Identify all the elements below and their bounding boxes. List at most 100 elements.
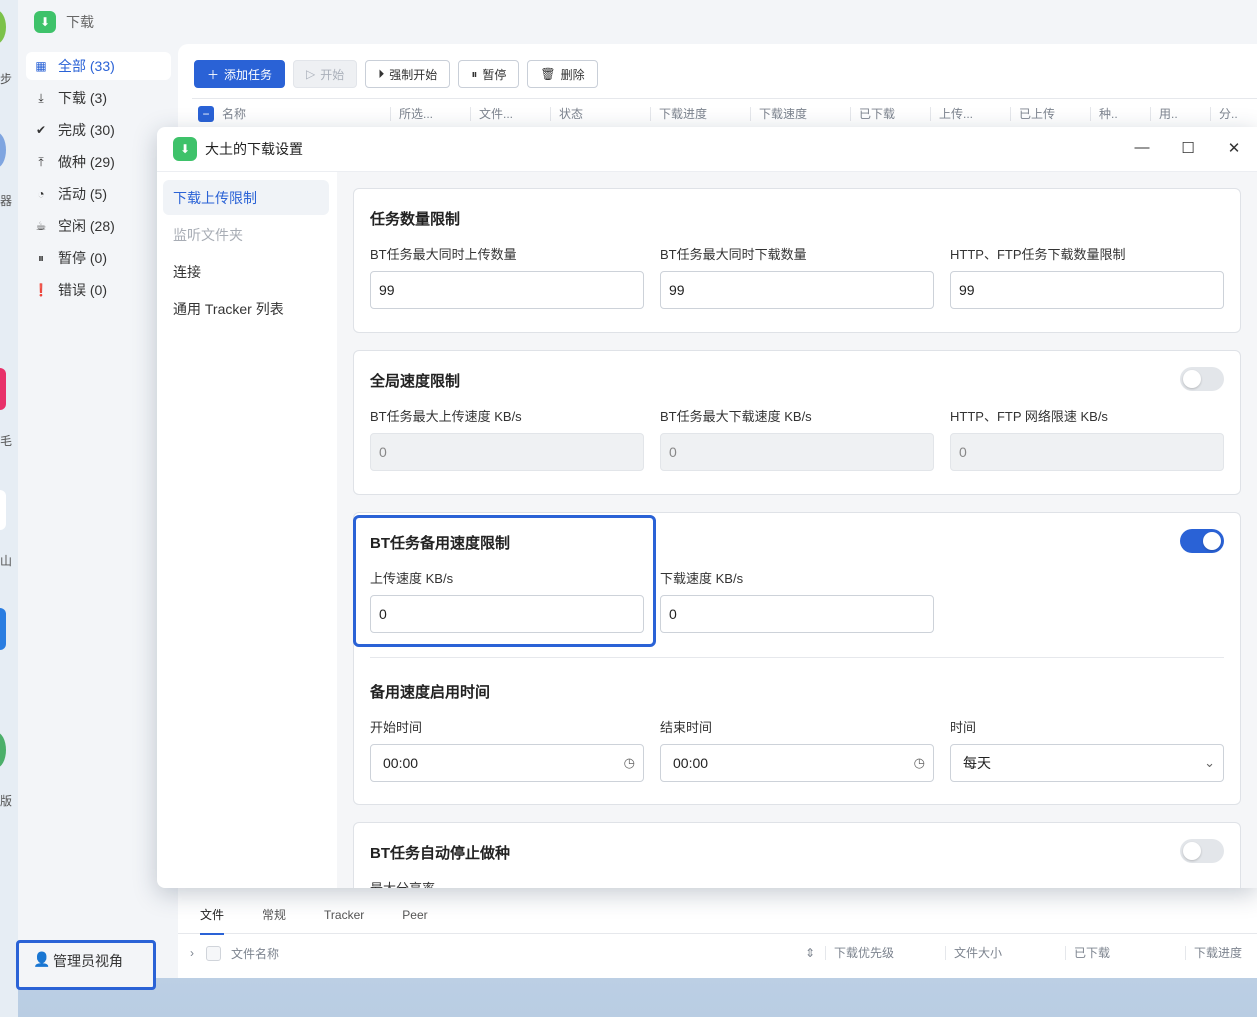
maximize-icon[interactable]: ☐ <box>1178 139 1198 157</box>
sidebar-item-label: 做种 <box>58 154 86 170</box>
nav-tracker-list[interactable]: 通用 Tracker 列表 <box>163 291 329 326</box>
close-icon[interactable]: ✕ <box>1224 139 1244 157</box>
desktop-app-icon[interactable] <box>0 490 6 530</box>
column-header[interactable]: 分.. <box>1210 106 1250 121</box>
bt-max-upload-speed-input[interactable]: 0 <box>370 433 644 471</box>
pause-circle-icon: ⏸ <box>471 66 478 81</box>
chevron-right-icon[interactable]: › <box>190 946 206 960</box>
column-header[interactable]: 种.. <box>1090 106 1150 121</box>
field-label: BT任务最大同时上传数量 <box>370 247 517 262</box>
sidebar-item-seeding[interactable]: ⤒ 做种 (29) <box>26 148 171 176</box>
desktop-edge: 步 器 毛 山 版 <box>0 0 18 1017</box>
column-header[interactable]: 已下载 <box>1065 946 1185 960</box>
sidebar-item-idle[interactable]: ☕ 空闲 (28) <box>26 212 171 240</box>
admin-view-button[interactable]: 👤 管理员视角 <box>16 940 156 990</box>
column-header[interactable]: 名称 <box>222 105 390 122</box>
start-time-picker[interactable]: 00:00 ◷ <box>370 744 644 782</box>
column-header[interactable]: 文件... <box>470 106 550 121</box>
global-speed-toggle[interactable] <box>1180 367 1224 391</box>
tab-peer[interactable]: Peer <box>402 908 427 922</box>
field-label: 上传速度 KB/s <box>370 571 454 586</box>
column-header[interactable]: 状态 <box>550 106 650 121</box>
tab-files[interactable]: 文件 <box>200 906 225 935</box>
desktop-app-icon[interactable] <box>0 132 6 168</box>
desktop-label: 版 <box>0 794 13 808</box>
column-header[interactable]: 已下载 <box>850 106 930 121</box>
sidebar-item-label: 错误 <box>58 282 86 298</box>
force-start-label: 强制开始 <box>389 67 438 82</box>
auto-stop-toggle[interactable] <box>1180 839 1224 863</box>
desktop-app-icon[interactable] <box>0 10 6 44</box>
person-icon: 👤 <box>33 951 51 967</box>
sort-icon[interactable]: ⇕ <box>805 946 825 960</box>
field-label: BT任务最大同时下载数量 <box>660 247 807 262</box>
upload-icon: ⤒ <box>38 154 44 169</box>
nav-connection[interactable]: 连接 <box>163 254 329 289</box>
bt-max-upload-count-input[interactable]: 99 <box>370 271 644 309</box>
field-label: BT任务最大下载速度 KB/s <box>660 409 812 424</box>
column-header[interactable]: 下载速度 <box>750 106 850 121</box>
column-header[interactable]: 文件名称 <box>231 945 805 962</box>
sidebar-item-label: 下载 <box>58 90 86 106</box>
pause-button[interactable]: ⏸ 暂停 <box>458 60 520 88</box>
app-titlebar: ⬇ 下载 <box>18 0 1257 44</box>
column-header[interactable]: 已上传 <box>1010 106 1090 121</box>
minimize-icon[interactable]: — <box>1132 139 1152 156</box>
sidebar-item-downloading[interactable]: ⤓ 下载 (3) <box>26 84 171 112</box>
desktop-app-icon[interactable] <box>0 732 6 768</box>
force-start-button[interactable]: ⏵ 强制开始 <box>365 60 451 88</box>
column-header[interactable]: 下载优先级 <box>825 946 945 960</box>
add-task-label: 添加任务 <box>224 67 273 82</box>
column-header[interactable]: 文件大小 <box>945 946 1065 960</box>
file-select-checkbox[interactable] <box>206 945 221 961</box>
auto-stop-seeding-card: BT任务自动停止做种 最大分享率 <box>353 822 1241 888</box>
download-icon: ⤓ <box>38 90 44 105</box>
nav-watch-folder[interactable]: 监听文件夹 <box>163 217 329 252</box>
task-table-header: − 名称 所选... 文件... 状态 下载进度 下载速度 已下载 上传... … <box>192 98 1257 128</box>
divider <box>370 657 1224 658</box>
schedule-days-select[interactable]: 每天 ⌄ <box>950 744 1224 782</box>
sidebar-item-completed[interactable]: ✔ 完成 (30) <box>26 116 171 144</box>
file-table-header: › 文件名称 ⇕ 下载优先级 文件大小 已下载 下载进度 <box>178 936 1257 970</box>
field-label: HTTP、FTP 网络限速 KB/s <box>950 409 1108 424</box>
column-header[interactable]: 下载进度 <box>1185 946 1255 960</box>
alt-upload-speed-input[interactable]: 0 <box>370 595 644 633</box>
http-ftp-count-input[interactable]: 99 <box>950 271 1224 309</box>
tab-tracker[interactable]: Tracker <box>324 908 364 922</box>
bt-max-download-count-input[interactable]: 99 <box>660 271 934 309</box>
input-value: 每天 <box>963 755 991 771</box>
column-header[interactable]: 用.. <box>1150 106 1210 121</box>
column-header[interactable]: 下载进度 <box>650 106 750 121</box>
desktop-app-icon[interactable] <box>0 368 6 410</box>
sidebar-item-active[interactable]: ◔ 活动 (5) <box>26 180 171 208</box>
pause-circle-icon: ⏸ <box>37 250 44 265</box>
add-task-button[interactable]: ＋ 添加任务 <box>194 60 286 88</box>
http-ftp-speed-input[interactable]: 0 <box>950 433 1224 471</box>
field-label: HTTP、FTP任务下载数量限制 <box>950 247 1126 262</box>
download-settings-dialog: ⬇ 大土的下载设置 — ☐ ✕ 下载上传限制 监听文件夹 连接 通用 Track… <box>157 127 1257 888</box>
tab-general[interactable]: 常规 <box>262 906 286 923</box>
sidebar-item-count: (33) <box>89 58 115 74</box>
column-header[interactable]: 上传... <box>930 106 1010 121</box>
trash-icon: 🗑 <box>540 67 556 81</box>
sidebar-item-count: (3) <box>89 90 108 106</box>
sidebar-item-paused[interactable]: ⏸ 暂停 (0) <box>26 244 171 272</box>
sidebar-item-label: 完成 <box>58 122 86 138</box>
settings-body: 任务数量限制 BT任务最大同时上传数量 99 BT任务最大同时下载数量 99 H… <box>337 172 1257 888</box>
sidebar-item-all[interactable]: ▦ 全部 (33) <box>26 52 171 80</box>
end-time-picker[interactable]: 00:00 ◷ <box>660 744 934 782</box>
nav-speed-limits[interactable]: 下载上传限制 <box>163 180 329 215</box>
column-header[interactable]: 所选... <box>390 106 470 121</box>
alt-speed-toggle[interactable] <box>1180 529 1224 553</box>
global-speed-limit-card: 全局速度限制 BT任务最大上传速度 KB/s 0 BT任务最大下载速度 KB/s… <box>353 350 1241 495</box>
desktop-app-icon[interactable] <box>0 608 6 650</box>
grid-icon: ▦ <box>35 59 47 73</box>
select-all-checkbox[interactable]: − <box>198 105 214 122</box>
delete-button[interactable]: 🗑 删除 <box>527 60 598 88</box>
bt-max-download-speed-input[interactable]: 0 <box>660 433 934 471</box>
alt-download-speed-input[interactable]: 0 <box>660 595 934 633</box>
task-toolbar: ＋ 添加任务 ▷ 开始 ⏵ 强制开始 ⏸ 暂停 🗑 删除 <box>194 60 598 88</box>
start-button[interactable]: ▷ 开始 <box>293 60 358 88</box>
error-circle-icon: ❗ <box>33 283 49 297</box>
sidebar-item-error[interactable]: ❗ 错误 (0) <box>26 276 171 304</box>
